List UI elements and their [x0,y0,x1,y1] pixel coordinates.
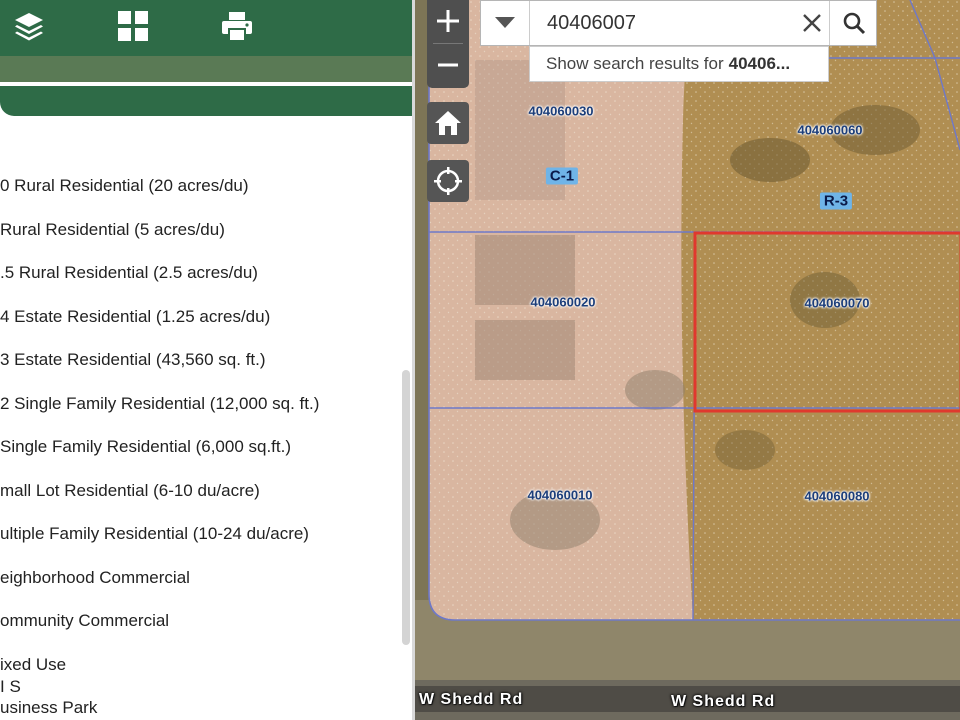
legend-item: eighborhood Commercial [0,568,190,587]
close-icon [803,14,821,32]
home-icon [435,111,461,135]
parcel-label: 404060010 [527,487,593,503]
map-view[interactable]: 404060030 404060060 404060020 404060070 … [415,0,960,720]
parcel-label: 404060080 [804,488,870,504]
layers-icon[interactable] [11,8,47,44]
plus-icon [437,10,459,32]
toolbar [0,0,414,56]
map-imagery [415,0,960,720]
legend-item: 3 Estate Residential (43,560 sq. ft.) [0,350,266,369]
zone-label: R-3 [819,192,853,210]
parcel-label: 404060070 [804,295,870,311]
grid-apps-icon[interactable] [115,8,151,44]
search-icon [843,12,866,35]
left-panel: 0 Rural Residential (20 acres/du) Rural … [0,0,414,720]
legend-scrollbar[interactable] [402,370,410,645]
legend-list[interactable]: 0 Rural Residential (20 acres/du) Rural … [0,116,402,720]
locate-icon [434,167,462,195]
legend-header [0,86,412,116]
legend-item: ixed Use [0,655,67,674]
legend-item: 4 Estate Residential (1.25 acres/du) [0,307,271,326]
zone-label: C-1 [545,167,579,185]
zoom-control [427,0,469,88]
road-label: W Shedd Rd [671,693,776,710]
suggestion-term: 40406... [728,54,791,73]
print-icon[interactable] [219,8,255,44]
minus-icon [438,63,458,67]
search-button[interactable] [829,1,878,45]
parcel-label: 404060060 [797,122,863,138]
legend-item: Rural Residential (5 acres/du) [0,220,225,239]
suggestion-prefix: Show search results for [546,54,724,73]
search-widget [480,0,877,46]
search-source-dropdown[interactable] [481,1,530,45]
zoom-in-button[interactable] [427,0,469,42]
legend-item: usiness Park [0,698,98,717]
legend-item: I S [0,677,21,696]
search-suggestion[interactable]: Show search results for 40406... [529,46,829,82]
legend-item: mall Lot Residential (6-10 du/acre) [0,481,260,500]
legend-item: Single Family Residential (6,000 sq.ft.) [0,437,292,456]
road-label: W Shedd Rd [419,691,524,708]
locate-button[interactable] [427,160,469,202]
clear-search-button[interactable] [797,1,827,45]
parcel-label: 404060030 [528,103,594,119]
caret-down-icon [495,17,515,28]
search-input[interactable] [531,1,801,45]
legend-item: 2 Single Family Residential (12,000 sq. … [0,394,320,413]
home-button[interactable] [427,102,469,144]
legend-item: 0 Rural Residential (20 acres/du) [0,176,249,195]
toolbar-subbar [0,56,414,82]
legend-item: ommunity Commercial [0,611,170,630]
zoom-out-button[interactable] [427,44,469,86]
legend-item: ultiple Family Residential (10-24 du/acr… [0,524,309,543]
legend-item: .5 Rural Residential (2.5 acres/du) [0,263,258,282]
parcel-label: 404060020 [530,294,596,310]
